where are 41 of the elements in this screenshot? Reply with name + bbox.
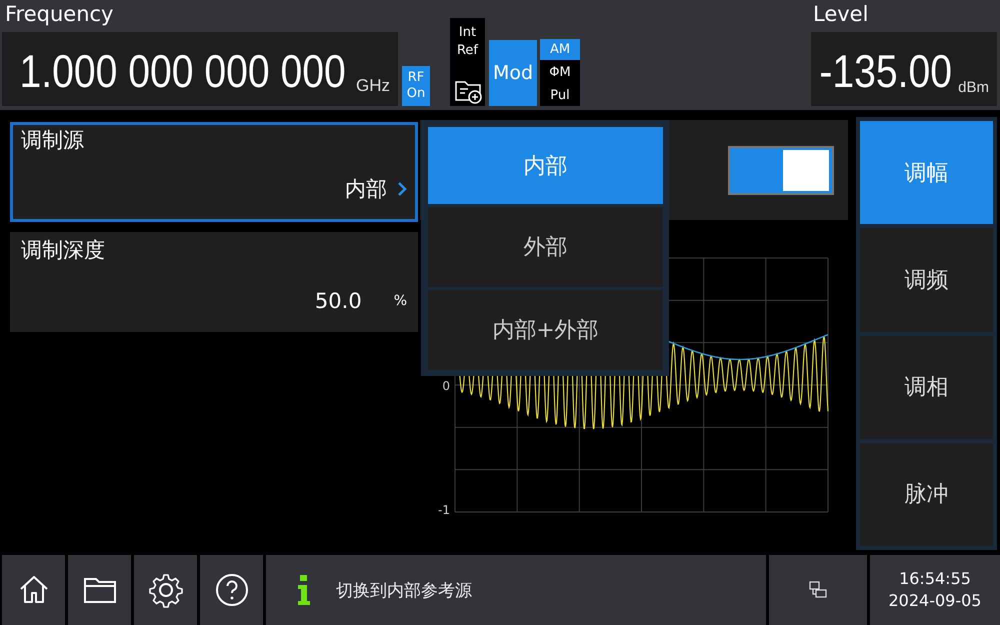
frequency-label: Frequency — [4, 2, 114, 26]
rf-status-button[interactable]: RF On — [402, 66, 430, 106]
parameter-unit: % — [394, 293, 407, 309]
parameter-label: 调制源 — [21, 127, 85, 153]
level-unit: dBm — [958, 79, 989, 96]
modulation-menu-button[interactable]: 调相 — [860, 336, 993, 439]
parameter-value: 内部 — [345, 176, 387, 203]
clock-date: 2024-09-05 — [888, 590, 982, 612]
reference-label: Int Ref — [456, 24, 478, 60]
folder-button[interactable] — [68, 555, 131, 625]
modulation-type-button[interactable]: AM — [540, 39, 580, 60]
frequency-unit: GHz — [356, 76, 390, 96]
axis-tick-label: -1 — [438, 503, 450, 517]
help-icon — [214, 572, 250, 608]
axis-tick-label: 0 — [442, 379, 450, 393]
level-label: Level — [812, 2, 870, 26]
parameter-card[interactable]: 调制源 内部 — [10, 122, 418, 222]
network-icon — [809, 581, 827, 599]
status-message: 切换到内部参考源 — [336, 580, 472, 602]
clock-time: 16:54:55 — [899, 568, 971, 590]
modulation-menu-button[interactable]: 调频 — [860, 228, 993, 332]
parameter-card[interactable]: 调制深度 50.0 % — [10, 232, 418, 332]
parameter-value: 50.0 — [314, 289, 362, 313]
chevron-right-icon — [397, 181, 407, 197]
reference-panel[interactable]: Int Ref — [450, 18, 485, 106]
frequency-display[interactable]: 1.000 000 000 000 GHz — [2, 32, 398, 106]
dropdown-option[interactable]: 内部 — [428, 127, 663, 204]
modulation-menu-button[interactable]: 调幅 — [860, 121, 993, 224]
parameter-label: 调制深度 — [21, 237, 106, 263]
dropdown-option[interactable]: 外部 — [428, 207, 663, 287]
mod-button[interactable]: Mod — [489, 40, 537, 106]
settings-icon — [148, 572, 184, 608]
info-icon — [298, 575, 310, 605]
dropdown-option[interactable]: 内部+外部 — [428, 290, 663, 370]
settings-button[interactable] — [134, 555, 197, 625]
frequency-value: 1.000 000 000 000 — [20, 46, 346, 96]
level-value: -135.00 — [820, 46, 952, 96]
home-button[interactable] — [2, 555, 65, 625]
help-button[interactable] — [200, 555, 263, 625]
toggle-switch[interactable] — [728, 146, 834, 194]
modulation-menu-button[interactable]: 脉冲 — [860, 442, 993, 546]
